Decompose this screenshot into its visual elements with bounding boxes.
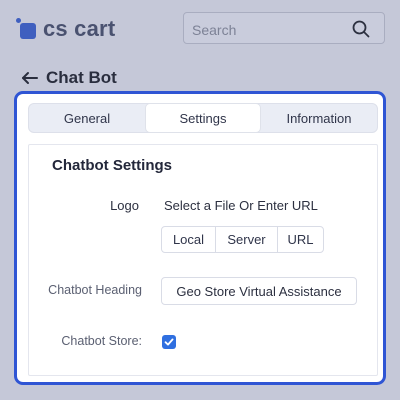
logo-text: cs cart <box>43 16 116 41</box>
search-box[interactable] <box>183 12 385 44</box>
settings-content: Chatbot Settings Logo Select a File Or E… <box>28 144 378 376</box>
tab-settings[interactable]: Settings <box>145 103 261 133</box>
top-header: cs cart <box>0 0 400 62</box>
logo-icon <box>16 18 38 40</box>
heading-label: Chatbot Heading <box>48 283 142 297</box>
page-title-row: Chat Bot <box>20 68 117 88</box>
tab-information[interactable]: Information <box>261 104 377 132</box>
search-icon[interactable] <box>352 20 370 38</box>
store-checkbox[interactable] <box>162 335 176 349</box>
server-button[interactable]: Server <box>216 227 278 252</box>
check-icon <box>164 338 174 346</box>
tab-general[interactable]: General <box>29 104 145 132</box>
page-title: Chat Bot <box>46 68 117 87</box>
tab-label: Information <box>286 110 352 126</box>
tab-bar: General Settings Information <box>28 103 378 133</box>
logo-label: Logo <box>110 198 139 213</box>
heading-field[interactable]: Geo Store Virtual Assistance <box>161 277 357 305</box>
logo-hint: Select a File Or Enter URL <box>164 198 318 213</box>
tab-label: Settings <box>179 110 227 126</box>
logo-source-group: Local Server URL <box>161 226 324 253</box>
tab-label: General <box>63 110 111 126</box>
chatbot-panel: General Settings Information Chatbot Set… <box>14 91 386 385</box>
back-arrow-icon[interactable] <box>20 68 40 88</box>
search-input[interactable] <box>190 19 344 41</box>
local-button[interactable]: Local <box>162 227 216 252</box>
url-button[interactable]: URL <box>278 227 323 252</box>
logo[interactable]: cs cart <box>16 16 115 42</box>
section-title: Chatbot Settings <box>52 157 172 174</box>
store-label: Chatbot Store: <box>61 334 142 348</box>
